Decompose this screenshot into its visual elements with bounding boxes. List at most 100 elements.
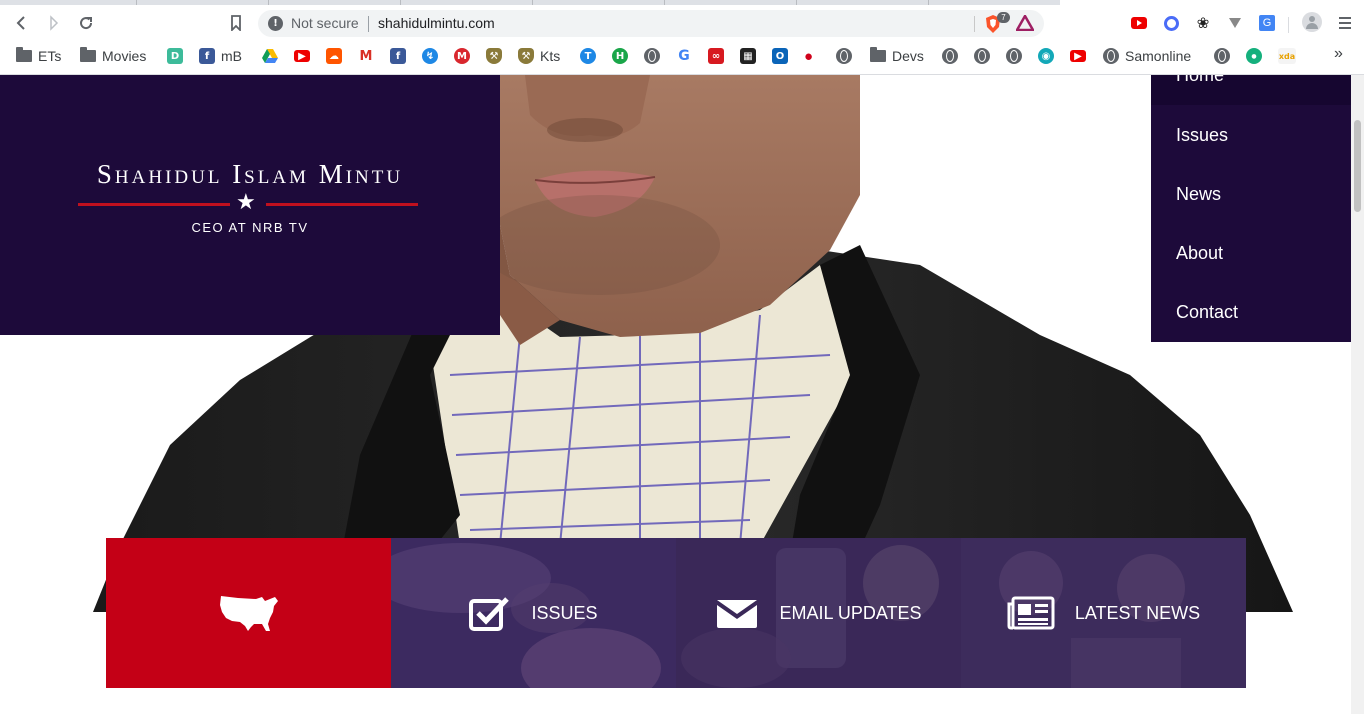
bookmark-youtube[interactable]: ▶ (294, 46, 310, 66)
usa-map-icon (219, 596, 278, 631)
feature-issues[interactable]: ISSUES (391, 538, 676, 688)
bookmark-page-button[interactable] (224, 11, 248, 35)
teal-circle-icon: ◉ (1038, 48, 1054, 64)
google-icon: G (676, 48, 692, 64)
info-icon[interactable]: ! (268, 16, 283, 31)
bookmark-red[interactable]: ∞ (708, 46, 724, 66)
feature-bar: ISSUES EMAIL UPDATES LATEST NEWS (106, 538, 1246, 688)
shield-icon: ⚒ (486, 48, 502, 64)
nav-home[interactable]: Home (1151, 75, 1351, 105)
feature-content: LATEST NEWS (1007, 596, 1200, 630)
globe-icon (974, 48, 990, 64)
feature-content: EMAIL UPDATES (715, 596, 922, 630)
scrollbar-thumb[interactable] (1354, 120, 1361, 212)
outlook-icon: O (772, 48, 788, 64)
messenger-icon: ↯ (422, 48, 438, 64)
checkbox-icon (469, 597, 510, 631)
folder-icon (870, 47, 886, 62)
nav-issues[interactable]: Issues (1151, 106, 1351, 165)
url-text[interactable]: shahidulmintu.com (378, 15, 495, 31)
gnome-extension-icon[interactable]: ❀ (1194, 14, 1212, 32)
browser-toolbar: ! Not secure shahidulmintu.com 7 ❀ G (0, 5, 1364, 41)
feature-label: EMAIL UPDATES (779, 602, 922, 623)
shield-icon: ⚒ (518, 48, 534, 64)
sync-extension-icon[interactable] (1162, 14, 1180, 32)
xda-icon: xda (1278, 48, 1296, 64)
feature-email-updates[interactable]: EMAIL UPDATES (676, 538, 961, 688)
bookmark-globe[interactable] (974, 46, 990, 66)
bookmarks-overflow-icon[interactable]: » (1334, 45, 1343, 63)
brand-logo-panel[interactable]: Shahidul Islam Mintu ★ CEO AT NRB TV (0, 75, 500, 335)
bookmark-label: Kts (540, 48, 561, 64)
page-scrollbar[interactable] (1351, 75, 1364, 714)
bookmark-teal[interactable]: ◉ (1038, 46, 1054, 66)
nav-about[interactable]: About (1151, 224, 1351, 283)
bookmark-google[interactable]: G (676, 46, 692, 66)
vpn-extension-icon[interactable] (1226, 14, 1244, 32)
brand-rule-right (266, 203, 418, 206)
bookmark-drive[interactable] (262, 46, 278, 66)
feature-usa[interactable] (106, 538, 391, 688)
envelope-icon (717, 600, 758, 628)
menu-icon[interactable] (1336, 14, 1354, 32)
address-bar[interactable]: ! Not secure shahidulmintu.com 7 (258, 10, 1044, 37)
omnibox-divider (974, 16, 975, 32)
bookmark-globe[interactable] (1006, 46, 1022, 66)
youtube-extension-icon[interactable] (1130, 14, 1148, 32)
forward-button[interactable] (42, 11, 66, 35)
globe-icon (1006, 48, 1022, 64)
main-nav: Home Issues News About Contact (1151, 75, 1351, 342)
nav-news[interactable]: News (1151, 165, 1351, 224)
bookmark-facebook[interactable]: f (390, 46, 406, 66)
translate-extension-icon[interactable]: G (1258, 14, 1276, 32)
brave-rewards-icon[interactable] (1016, 15, 1034, 31)
security-status[interactable]: Not secure (291, 15, 359, 31)
bookmark-soundcloud[interactable]: ☁ (326, 46, 342, 66)
bookmark-d[interactable]: D (167, 46, 183, 66)
bookmark-blood[interactable]: ● (804, 46, 813, 66)
bookmark-globe[interactable] (644, 46, 660, 66)
bookmark-kts[interactable]: ⚒ Kts (518, 46, 560, 66)
shield-count-badge: 7 (997, 12, 1010, 23)
t-icon: T (580, 48, 596, 64)
feature-label: ISSUES (531, 602, 598, 623)
nav-contact[interactable]: Contact (1151, 283, 1351, 342)
bookmark-mb[interactable]: f mB (199, 46, 242, 66)
bookmark-t[interactable]: T (580, 46, 596, 66)
site-name[interactable]: Shahidul Islam Mintu (0, 159, 500, 190)
gmail-icon: M (358, 48, 374, 64)
toolbar-divider (1288, 17, 1289, 33)
bookmark-samonline[interactable]: Samonline (1103, 46, 1191, 66)
feature-latest-news[interactable]: LATEST NEWS (961, 538, 1246, 688)
blood-drop-icon: ● (804, 47, 814, 65)
bookmark-xda[interactable]: xda (1278, 46, 1296, 66)
globe-icon (942, 48, 958, 64)
bookmark-youtube[interactable]: ▶ (1070, 46, 1086, 66)
bookmark-messenger[interactable]: ↯ (422, 46, 438, 66)
bookmark-shield[interactable]: ⚒ (486, 46, 502, 66)
bookmark-outlook[interactable]: O (772, 46, 788, 66)
star-icon: ★ (236, 189, 256, 214)
bookmark-folder-ets[interactable]: ETs (16, 46, 61, 66)
forward-arrow-icon (50, 15, 59, 31)
bookmark-globe[interactable] (942, 46, 958, 66)
red-link-icon: ∞ (708, 48, 724, 64)
bookmark-folder-movies[interactable]: Movies (80, 46, 146, 66)
back-button[interactable] (10, 11, 34, 35)
bookmark-mega[interactable]: M (454, 46, 470, 66)
bookmark-icon (231, 15, 241, 31)
bookmark-bank[interactable]: ▦ (740, 46, 756, 66)
folder-icon (16, 47, 32, 62)
youtube-icon: ▶ (1070, 50, 1086, 62)
bookmark-gmail[interactable]: M (358, 46, 374, 66)
bank-icon: ▦ (740, 48, 756, 64)
bookmark-folder-devs[interactable]: Devs (870, 46, 924, 66)
feature-content: ISSUES (469, 595, 598, 631)
bookmark-globe[interactable] (1214, 46, 1230, 66)
bookmark-green[interactable]: ● (1246, 46, 1262, 66)
bookmark-h[interactable]: H (612, 46, 628, 66)
bookmark-globe[interactable] (836, 46, 852, 66)
reload-button[interactable] (74, 11, 98, 35)
bookmarks-bar: ETs Movies D f mB ▶ ☁ M f ↯ M ⚒ ⚒ Kts T H … (0, 41, 1364, 71)
profile-avatar[interactable] (1302, 12, 1322, 32)
